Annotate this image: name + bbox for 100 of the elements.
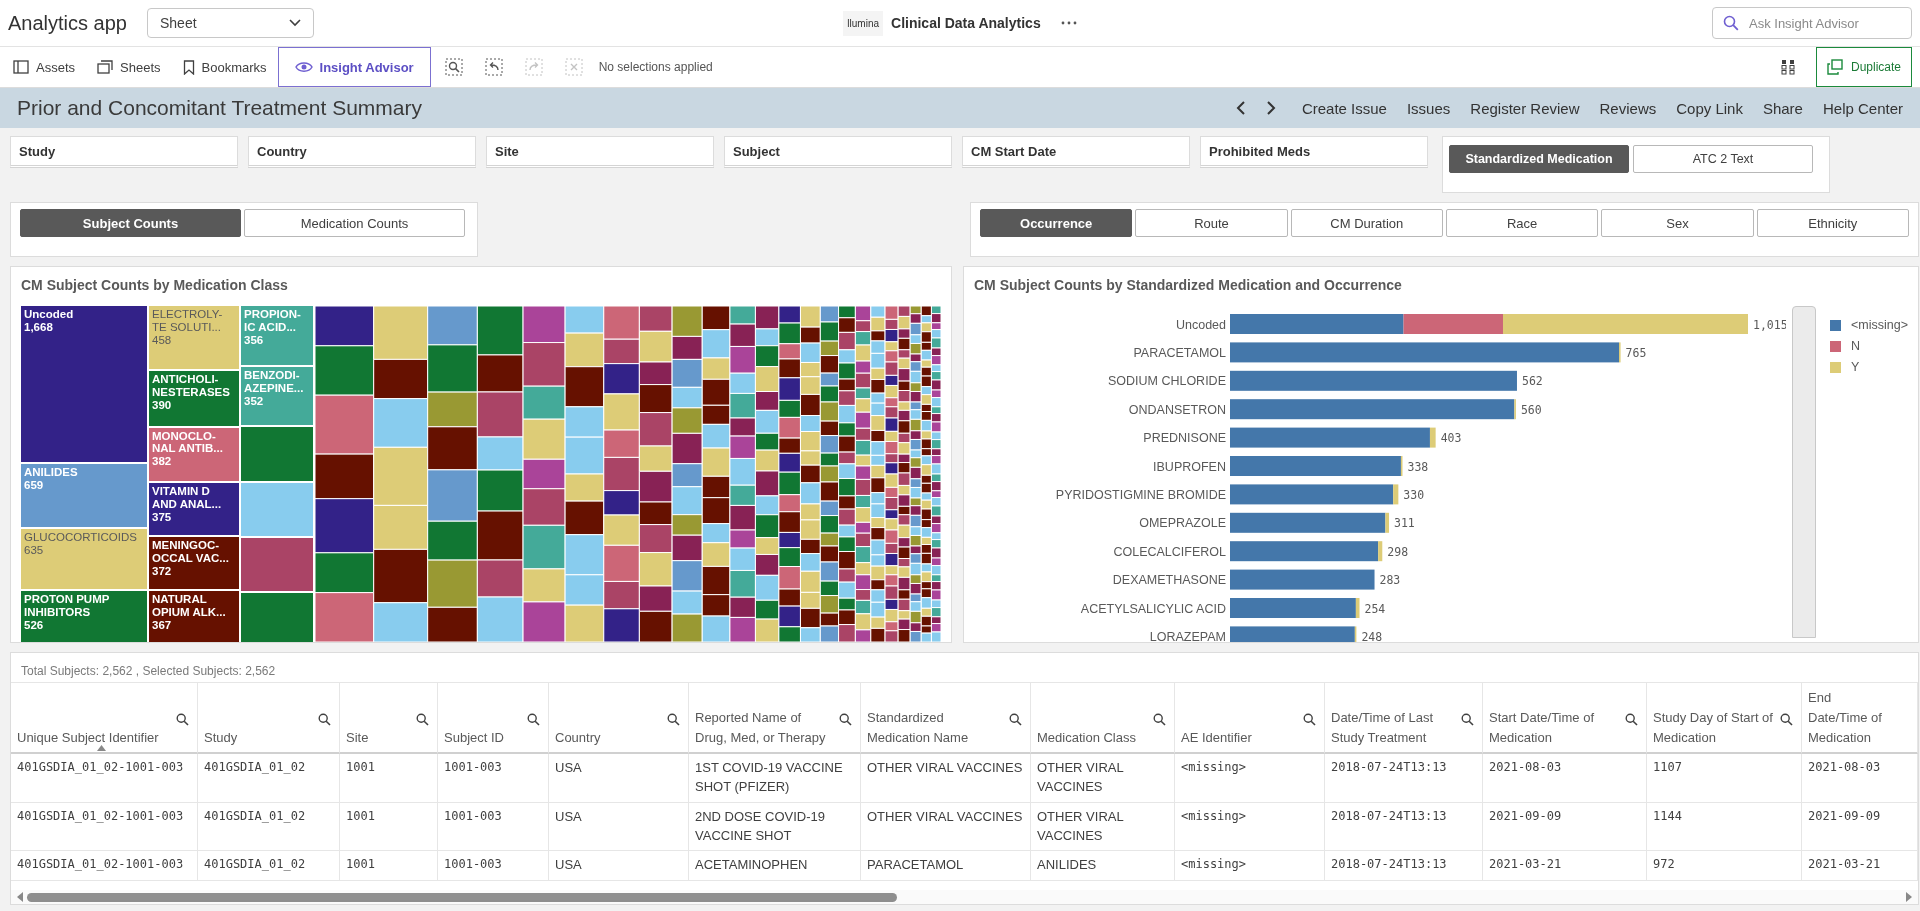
column-header[interactable]: Study xyxy=(198,682,340,754)
filter-pane[interactable]: Subject xyxy=(724,136,952,168)
toggle-button[interactable]: Occurrence xyxy=(980,209,1133,237)
treemap-tile[interactable]: PROTON PUMP INHIBITORS 526 xyxy=(21,591,147,642)
treemap-tile[interactable] xyxy=(241,427,313,482)
column-header[interactable]: Standardized Medication Name xyxy=(861,682,1031,754)
search-icon[interactable] xyxy=(1009,713,1022,726)
bar-segment[interactable] xyxy=(1230,541,1379,562)
search-icon[interactable] xyxy=(176,713,189,726)
next-icon[interactable] xyxy=(1265,101,1276,115)
legend-scrollbar[interactable] xyxy=(1792,306,1816,638)
tile-label: VITAMIN D AND ANAL... xyxy=(152,484,223,511)
column-header[interactable]: Country xyxy=(549,682,689,754)
column-header[interactable]: Subject ID xyxy=(438,682,549,754)
filter-pane[interactable]: Site xyxy=(486,136,714,168)
bar-segment[interactable] xyxy=(1230,427,1430,448)
search-icon[interactable] xyxy=(416,713,429,726)
filter-pane[interactable]: Study xyxy=(10,136,238,168)
more-icon[interactable] xyxy=(1060,21,1077,25)
treemap-tile[interactable] xyxy=(241,538,313,592)
bar-segment[interactable] xyxy=(1230,399,1515,420)
bar-segment[interactable] xyxy=(1355,598,1360,618)
step-back-icon[interactable] xyxy=(484,58,503,76)
column-header[interactable]: Unique Subject Identifier xyxy=(11,682,198,754)
bar-segment[interactable] xyxy=(1230,569,1375,590)
selection-search-icon[interactable] xyxy=(444,58,463,76)
tile-label: PROPION-IC ACID... xyxy=(244,308,302,334)
toolbar-button[interactable]: Sheets xyxy=(86,47,172,87)
treemap-tile[interactable]: NATURAL OPIUM ALK... 367 xyxy=(149,590,239,642)
bar-segment[interactable] xyxy=(1230,342,1619,363)
filter-pane[interactable]: Country xyxy=(248,136,476,168)
search-icon[interactable] xyxy=(1625,713,1638,726)
toggle-button[interactable]: Race xyxy=(1445,209,1599,237)
bar-segment[interactable] xyxy=(1230,626,1355,642)
toggle-button[interactable]: Standardized Medication xyxy=(1449,145,1629,173)
sheet-title: Prior and Concomitant Treatment Summary xyxy=(17,96,422,120)
header-link[interactable]: Share xyxy=(1762,99,1803,117)
treemap-tile[interactable]: GLUCOCORTICOIDS 635 xyxy=(21,528,147,590)
toggle-button[interactable]: Ethnicity xyxy=(1756,209,1909,237)
column-header[interactable]: End Date/Time of Medication xyxy=(1802,682,1918,754)
header-link[interactable]: Help Center xyxy=(1822,99,1903,117)
toolbar-button[interactable]: Insight Advisor xyxy=(277,47,431,87)
search-icon[interactable] xyxy=(667,713,680,726)
filter-pane[interactable]: Prohibited Meds xyxy=(1200,136,1428,168)
bar-segment[interactable] xyxy=(1385,512,1390,533)
search-icon[interactable] xyxy=(1780,713,1793,726)
bar-segment[interactable] xyxy=(1230,370,1517,391)
column-header[interactable]: Date/Time of Last Study Treatment xyxy=(1325,682,1483,754)
treemap-tile[interactable]: ELECTROLY-TE SOLUTI... 458 xyxy=(149,306,239,370)
toolbar-button[interactable]: Assets xyxy=(2,47,86,87)
toggle-button[interactable]: Medication Counts xyxy=(244,209,465,237)
toggle-button[interactable]: CM Duration xyxy=(1290,209,1443,237)
treemap-tile[interactable]: VITAMIN D AND ANAL... 375 xyxy=(149,482,239,535)
horizontal-scrollbar[interactable] xyxy=(11,890,1918,904)
treemap-tile[interactable]: ANTICHOLI-NESTERASES 390 xyxy=(149,371,239,426)
search-icon[interactable] xyxy=(1461,713,1474,726)
copy-icon xyxy=(1827,59,1843,75)
category-label: DEXAMETHASONE xyxy=(1112,573,1226,588)
treemap-tile[interactable]: Uncoded 1,668 xyxy=(21,306,147,462)
previous-icon[interactable] xyxy=(1235,101,1246,115)
table-cell: USA xyxy=(549,754,689,803)
search-icon[interactable] xyxy=(1303,713,1316,726)
header-link[interactable]: Create Issue xyxy=(1301,99,1387,117)
duplicate-button[interactable]: Duplicate xyxy=(1816,47,1912,87)
treemap-tile[interactable] xyxy=(241,483,313,537)
toggle-button[interactable]: Subject Counts xyxy=(20,209,241,237)
table-cell: 2021-09-09 xyxy=(1483,802,1647,852)
search-icon[interactable] xyxy=(527,713,540,726)
bar-segment[interactable] xyxy=(1230,484,1394,505)
filter-pane[interactable]: CM Start Date xyxy=(962,136,1190,168)
bar-segment[interactable] xyxy=(1354,626,1357,642)
table-cell: 2021-09-09 xyxy=(1802,802,1918,852)
column-header[interactable]: Start Date/Time of Medication xyxy=(1483,682,1647,754)
tile-label: ANILIDES xyxy=(24,466,78,479)
table-cell: 2021-08-03 xyxy=(1802,754,1918,803)
header-link[interactable]: Reviews xyxy=(1599,99,1657,117)
treemap-tile[interactable] xyxy=(241,593,313,642)
bar-segment[interactable] xyxy=(1429,427,1436,448)
toolbar-button[interactable]: Bookmarks xyxy=(171,47,278,87)
bar-segment[interactable] xyxy=(1400,456,1403,476)
toggle-button[interactable]: Route xyxy=(1135,209,1288,237)
header-link[interactable]: Copy Link xyxy=(1676,99,1743,117)
bar-segment[interactable] xyxy=(1230,512,1386,533)
header-link[interactable]: Register Review xyxy=(1470,99,1580,117)
treemap-tile[interactable]: MONOCLO-NAL ANTIB... 382 xyxy=(149,427,239,481)
toggle-button[interactable]: Sex xyxy=(1601,209,1754,237)
sheet-dropdown[interactable]: Sheet xyxy=(146,8,314,38)
column-header[interactable]: AE Identifier xyxy=(1175,682,1325,754)
toggle-button[interactable]: ATC 2 Text xyxy=(1633,145,1813,173)
column-header[interactable]: Site xyxy=(340,682,438,754)
search-icon[interactable] xyxy=(839,713,852,726)
search-icon[interactable] xyxy=(318,713,331,726)
column-header[interactable]: Reported Name of Drug, Med, or Therapy xyxy=(689,682,861,754)
treemap-tile[interactable]: MENINGOC-OCCAL VAC... 372 xyxy=(149,537,239,589)
search-field[interactable]: Ask Insight Advisor xyxy=(1712,7,1912,39)
grid-icon[interactable] xyxy=(1781,59,1797,75)
column-header[interactable]: Medication Class xyxy=(1031,682,1175,754)
header-link[interactable]: Issues xyxy=(1406,99,1451,117)
column-header[interactable]: Study Day of Start of Medication xyxy=(1647,682,1802,754)
search-icon[interactable] xyxy=(1153,713,1166,726)
